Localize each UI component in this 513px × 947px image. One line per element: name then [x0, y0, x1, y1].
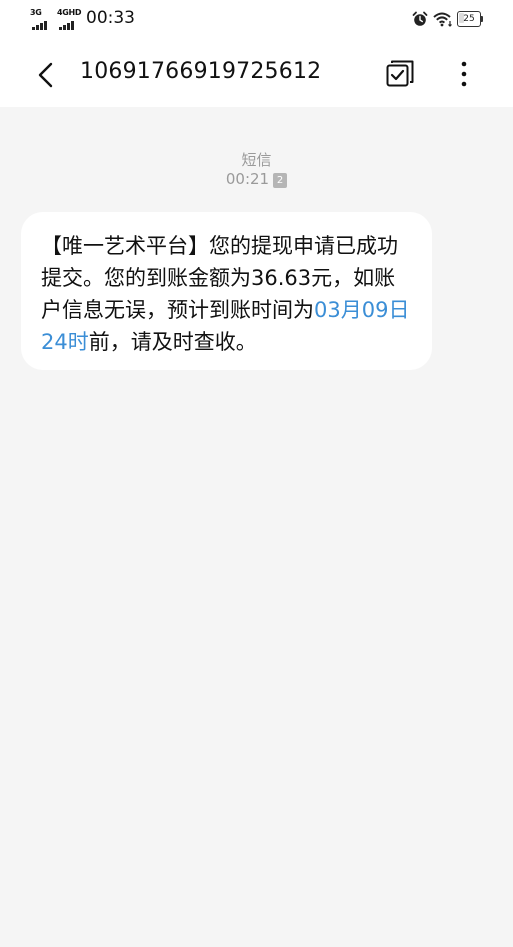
- sim1-network-label: 3G: [30, 8, 42, 17]
- battery-icon: 25: [457, 11, 483, 27]
- message-timestamp: 00:21 2: [0, 170, 513, 188]
- message-text-end: 前，请及时查收。: [88, 330, 257, 354]
- page-title: 10691766919725612: [80, 59, 322, 84]
- message-bubble[interactable]: 【唯一艺术平台】您的提现申请已成功提交。您的到账金额为36.63元，如账户信息无…: [21, 212, 432, 370]
- message-source-label: 短信: [241, 151, 272, 169]
- sim-card-badge: 2: [273, 173, 288, 188]
- battery-level: 25: [463, 14, 475, 24]
- message-list[interactable]: 短信 00:21 2 【唯一艺术平台】您的提现申请已成功提交。您的到账金额为36.…: [0, 107, 513, 947]
- alarm-icon: [412, 11, 428, 26]
- more-options-button[interactable]: [452, 58, 476, 90]
- conversation-header: 10691766919725612: [0, 40, 513, 107]
- sim2-network-label: 4GHD: [57, 8, 82, 17]
- status-bar: 3G 4GHD 00:33 25: [0, 0, 513, 40]
- status-time: 00:33: [86, 8, 135, 28]
- wifi-icon: [433, 12, 452, 27]
- back-button[interactable]: [30, 58, 64, 92]
- message-time: 00:21: [225, 170, 270, 188]
- multi-select-button[interactable]: [384, 58, 416, 90]
